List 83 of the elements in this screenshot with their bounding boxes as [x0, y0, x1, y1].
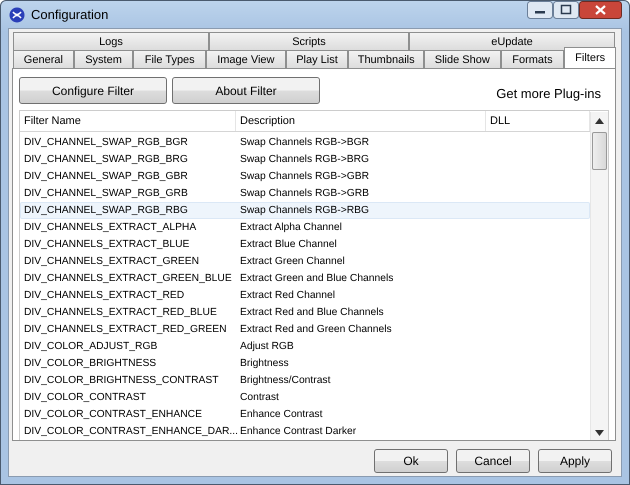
dialog-button[interactable]: Apply — [538, 448, 612, 472]
tab[interactable]: Image View — [206, 50, 286, 68]
table-cell-text: DIV_CHANNELS_EXTRACT_GREEN_BLUE — [23, 273, 233, 284]
table-cell-text: DIV_COLOR_BRIGHTNESS — [23, 358, 158, 369]
table-cell-text: Swap Channels RGB->BRG — [239, 154, 370, 165]
table-cell-text: Extract Red and Blue Channels — [239, 307, 385, 318]
table-cell-text: DIV_CHANNEL_SWAP_RGB_GBR — [23, 171, 189, 182]
column-header[interactable]: Description — [236, 111, 486, 131]
table-cell-text: Adjust RGB — [239, 341, 295, 352]
tab[interactable]: Slide Show — [424, 50, 501, 68]
minimize-button[interactable] — [527, 1, 553, 19]
table-cell-text: DIV_CHANNELS_EXTRACT_RED — [23, 290, 186, 301]
table-cell-text: Extract Red Channel — [239, 290, 336, 301]
table-row[interactable]: DIV_COLOR_BRIGHTNESS_CONTRAST Brightness/Contrast — [20, 372, 590, 389]
table-row[interactable]: DIV_CHANNELS_EXTRACT_RED Extract Red Channel — [20, 287, 590, 304]
maximize-button[interactable] — [553, 1, 579, 19]
table-cell-text: DIV_COLOR_CONTRAST_ENHANCE_DAR... — [23, 426, 237, 437]
tab[interactable]: File Types — [133, 50, 206, 68]
table-cell-text: Swap Channels RGB->RBG — [239, 205, 370, 216]
plugins-link[interactable]: Get more Plug-ins — [496, 86, 601, 101]
tab[interactable]: Thumbnails — [348, 50, 424, 68]
table-cell-text: Extract Blue Channel — [239, 239, 338, 250]
table-row[interactable]: DIV_CHANNEL_SWAP_RGB_RBG Swap Channels RGB->RBG — [20, 202, 590, 219]
table-cell-text: Extract Green and Blue Channels — [239, 273, 394, 284]
dialog-button[interactable]: Ok — [374, 448, 448, 472]
table-cell-text: Swap Channels RGB->BGR — [239, 137, 370, 148]
table-row[interactable]: DIV_CHANNELS_EXTRACT_BLUE Extract Blue Channel — [20, 236, 590, 253]
app-logo-icon — [9, 6, 25, 22]
table-row[interactable]: DIV_CHANNEL_SWAP_RGB_BRG Swap Channels RGB->BRG — [20, 151, 590, 168]
table-row[interactable]: DIV_CHANNELS_EXTRACT_RED_BLUE Extract Red and Blue Channels — [20, 304, 590, 321]
table-cell-text: DIV_CHANNEL_SWAP_RGB_RBG — [23, 205, 189, 216]
tab[interactable]: Play List — [286, 50, 348, 68]
tab[interactable]: Logs — [13, 32, 209, 50]
table-row[interactable]: DIV_COLOR_CONTRAST_ENHANCE Enhance Contrast — [20, 406, 590, 423]
tab[interactable]: System — [74, 50, 134, 68]
scrollbar[interactable] — [590, 112, 608, 440]
table-cell-text: DIV_CHANNELS_EXTRACT_GREEN — [23, 256, 200, 267]
tab[interactable]: Formats — [500, 50, 564, 68]
table-cell-text: DIV_COLOR_CONTRAST — [23, 392, 147, 403]
tab[interactable]: eUpdate — [409, 32, 615, 50]
table-cell-text: Enhance Contrast Darker — [239, 426, 358, 437]
table-row[interactable]: DIV_COLOR_BRIGHTNESS Brightness — [20, 355, 590, 372]
filter-button[interactable]: About Filter — [172, 77, 320, 104]
tab[interactable]: Filters — [564, 47, 616, 68]
table-row[interactable]: DIV_CHANNEL_SWAP_RGB_GBR Swap Channels RGB->GBR — [20, 168, 590, 185]
scroll-up-icon[interactable] — [595, 118, 604, 124]
table-row[interactable]: DIV_CHANNELS_EXTRACT_ALPHA Extract Alpha Channel — [20, 219, 590, 236]
table-cell-text: Swap Channels RGB->GRB — [239, 188, 370, 199]
table-cell-text: Brightness — [239, 358, 290, 369]
scroll-down-icon[interactable] — [595, 430, 604, 436]
table-cell-text: Extract Alpha Channel — [239, 222, 343, 233]
filter-button[interactable]: Configure Filter — [19, 77, 167, 104]
scroll-thumb[interactable] — [592, 132, 607, 170]
table-row[interactable]: DIV_CHANNEL_SWAP_RGB_BGR Swap Channels RGB->BGR — [20, 134, 590, 151]
tab[interactable]: General — [13, 50, 74, 68]
table-row[interactable]: DIV_CHANNEL_SWAP_RGB_GRB Swap Channels RGB->GRB — [20, 185, 590, 202]
table-cell-text: Enhance Contrast — [239, 409, 324, 420]
table-cell-text: Brightness/Contrast — [239, 375, 332, 386]
table-row[interactable]: DIV_CHANNELS_EXTRACT_GREEN Extract Green Channel — [20, 253, 590, 270]
table-cell-text: DIV_CHANNELS_EXTRACT_RED_GREEN — [23, 324, 228, 335]
close-button[interactable] — [579, 1, 622, 19]
table-cell-text: Extract Red and Green Channels — [239, 324, 393, 335]
window-title: Configuration — [31, 7, 108, 22]
table-cell-text: DIV_CHANNELS_EXTRACT_ALPHA — [23, 222, 198, 233]
table-cell-text: DIV_CHANNEL_SWAP_RGB_BRG — [23, 154, 189, 165]
table-cell-text: DIV_COLOR_BRIGHTNESS_CONTRAST — [23, 375, 220, 386]
table-row[interactable]: DIV_COLOR_CONTRAST_ENHANCE_DAR... Enhance Contrast Darker — [20, 423, 590, 440]
table-row[interactable]: DIV_CHANNELS_EXTRACT_RED_GREEN Extract Red and Green Channels — [20, 321, 590, 338]
table-cell-text: DIV_COLOR_ADJUST_RGB — [23, 341, 158, 352]
table-cell-text: DIV_CHANNELS_EXTRACT_BLUE — [23, 239, 190, 250]
tab[interactable]: Scripts — [209, 32, 409, 50]
table-row[interactable]: DIV_COLOR_ADJUST_RGB Adjust RGB — [20, 338, 590, 355]
table-row[interactable]: DIV_CHANNELS_EXTRACT_GREEN_BLUE Extract Green and Blue Channels — [20, 270, 590, 287]
dialog-button[interactable]: Cancel — [456, 448, 530, 472]
table-cell-text: DIV_CHANNELS_EXTRACT_RED_BLUE — [23, 307, 218, 318]
table-cell-text: Contrast — [239, 392, 280, 403]
table-cell-text: DIV_COLOR_CONTRAST_ENHANCE — [23, 409, 203, 420]
table-cell-text: DIV_CHANNEL_SWAP_RGB_BGR — [23, 137, 189, 148]
table-cell-text: Swap Channels RGB->GBR — [239, 171, 370, 182]
table-row[interactable]: DIV_COLOR_CONTRAST Contrast — [20, 389, 590, 406]
table-cell-text: Extract Green Channel — [239, 256, 346, 267]
table-cell-text: DIV_CHANNEL_SWAP_RGB_GRB — [23, 188, 189, 199]
column-header[interactable]: Filter Name — [20, 111, 236, 131]
